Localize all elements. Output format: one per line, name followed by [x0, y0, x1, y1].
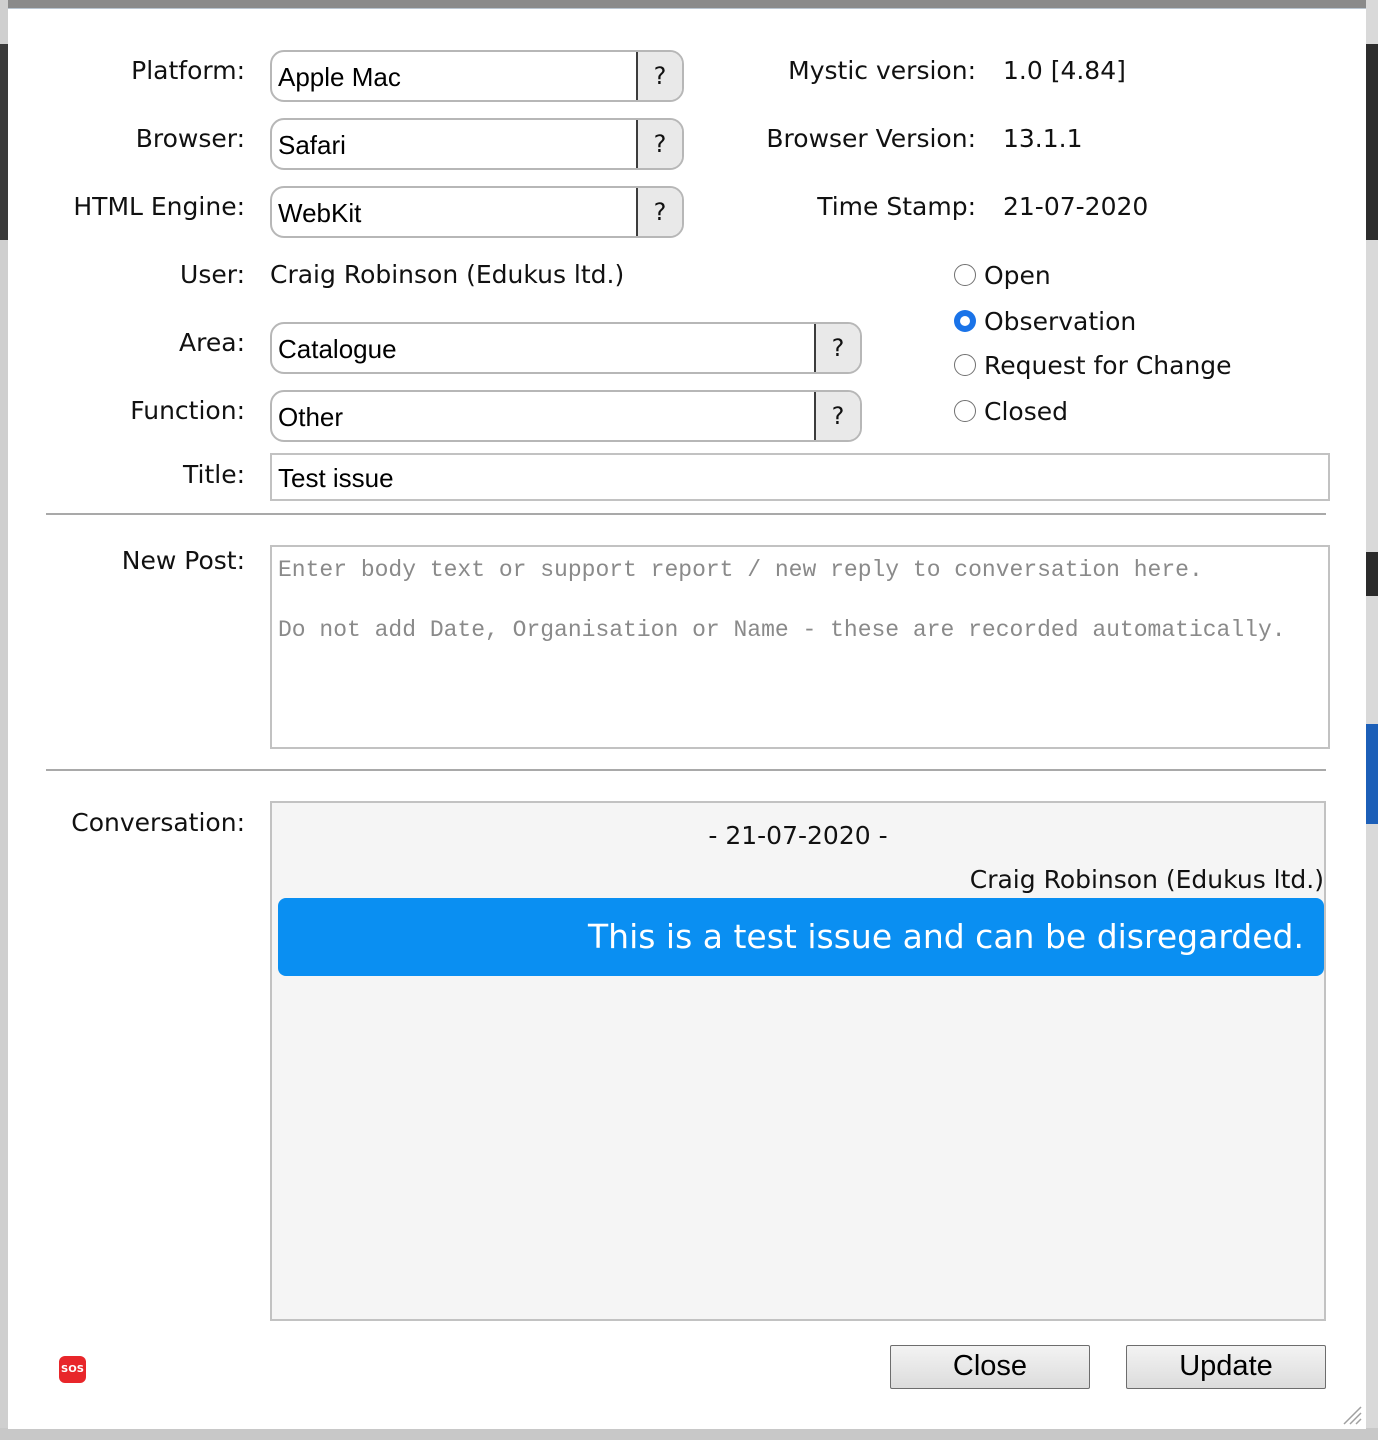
status-label: Observation [984, 306, 1137, 336]
browser-help-button[interactable]: ? [636, 120, 682, 168]
divider [46, 513, 1326, 515]
browser-version-value: 13.1.1 [1003, 124, 1083, 153]
function-value: Other [278, 402, 344, 432]
title-value: Test issue [278, 463, 394, 493]
html-engine-help-button[interactable]: ? [636, 188, 682, 236]
background-app-bottom [0, 1428, 1378, 1440]
resize-grip-icon[interactable] [1340, 1403, 1362, 1425]
browser-value: Safari [278, 130, 346, 160]
status-radio-request-for-change[interactable]: Request for Change [954, 348, 1232, 382]
conversation-date: - 21-07-2020 - [708, 821, 888, 850]
platform-select[interactable]: Apple Mac ? [270, 50, 684, 102]
status-label: Closed [984, 396, 1068, 426]
html-engine-value: WebKit [278, 198, 362, 228]
radio-circle-selected[interactable] [954, 310, 976, 332]
message-bubble: This is a test issue and can be disregar… [278, 898, 1324, 976]
status-radio-observation[interactable]: Observation [954, 304, 1136, 338]
status-label: Open [984, 260, 1051, 290]
background-app-right [1366, 0, 1378, 1440]
user-label: User: [180, 260, 245, 289]
divider [46, 769, 1326, 771]
platform-help-button[interactable]: ? [636, 52, 682, 100]
user-value: Craig Robinson (Edukus ltd.) [270, 260, 625, 289]
platform-value: Apple Mac [278, 62, 401, 92]
sos-icon[interactable]: SOS [59, 1356, 86, 1383]
update-button[interactable]: Update [1126, 1345, 1326, 1389]
conversation-label: Conversation: [71, 808, 245, 837]
message-author: Craig Robinson (Edukus ltd.) [969, 865, 1324, 894]
conversation-panel[interactable]: - 21-07-2020 - Craig Robinson (Edukus lt… [270, 801, 1326, 1321]
area-select[interactable]: Catalogue ? [270, 322, 862, 374]
html-engine-select[interactable]: WebKit ? [270, 186, 684, 238]
title-label: Title: [183, 460, 245, 489]
area-help-button[interactable]: ? [814, 324, 860, 372]
html-engine-label: HTML Engine: [73, 192, 245, 221]
mystic-version-value: 1.0 [4.84] [1003, 56, 1126, 85]
function-label: Function: [130, 396, 245, 425]
browser-select[interactable]: Safari ? [270, 118, 684, 170]
status-label: Request for Change [984, 350, 1232, 380]
status-radio-closed[interactable]: Closed [954, 394, 1068, 428]
radio-circle[interactable] [954, 354, 976, 376]
time-stamp-label: Time Stamp: [817, 192, 976, 221]
issue-dialog: Platform: Apple Mac ? Browser: Safari ? … [8, 8, 1366, 1429]
background-app-left [0, 0, 8, 1440]
area-label: Area: [179, 328, 245, 357]
status-radio-open[interactable]: Open [954, 258, 1051, 292]
time-stamp-value: 21-07-2020 [1003, 192, 1149, 221]
mystic-version-label: Mystic version: [788, 56, 976, 85]
new-post-textarea[interactable] [270, 545, 1330, 749]
function-select[interactable]: Other ? [270, 390, 862, 442]
new-post-label: New Post: [121, 546, 245, 575]
function-help-button[interactable]: ? [814, 392, 860, 440]
title-field[interactable]: Test issue [270, 453, 1330, 501]
browser-version-label: Browser Version: [766, 124, 976, 153]
close-button[interactable]: Close [890, 1345, 1090, 1389]
area-value: Catalogue [278, 334, 397, 364]
browser-label: Browser: [135, 124, 245, 153]
radio-circle[interactable] [954, 400, 976, 422]
radio-circle[interactable] [954, 264, 976, 286]
platform-label: Platform: [131, 56, 245, 85]
